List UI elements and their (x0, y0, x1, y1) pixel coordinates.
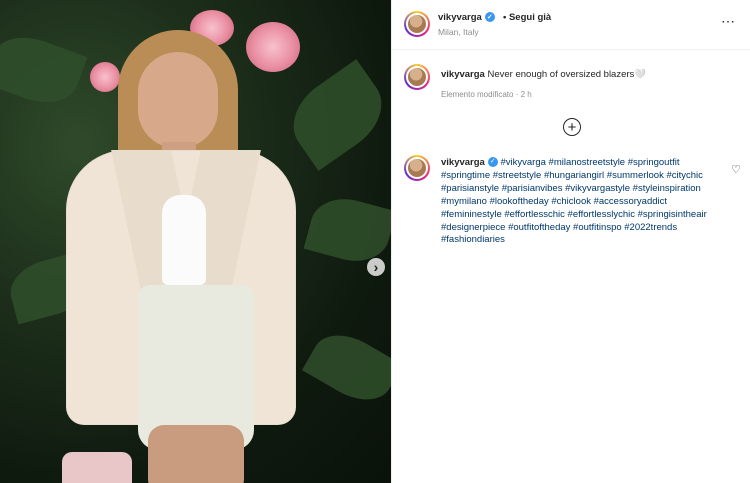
comment-username[interactable]: vikyvarga (441, 157, 485, 168)
plus-icon: + (567, 118, 577, 136)
background-foliage (301, 322, 391, 413)
avatar-frame (406, 157, 428, 179)
verified-badge-icon: ✓ (487, 157, 498, 168)
hashtag-list[interactable]: #vikyvarga #milanostreetstyle #springout… (441, 157, 707, 245)
next-media-button[interactable]: › (367, 258, 385, 276)
handbag (62, 452, 132, 483)
time-ago: 2 h (520, 90, 532, 99)
white-heart-emoji: 🤍 (634, 69, 647, 80)
caption-username[interactable]: vikyvarga (441, 69, 485, 80)
face (138, 52, 218, 148)
more-options-icon[interactable]: ⋯ (721, 13, 736, 30)
legs (148, 425, 244, 483)
post-location[interactable]: Milan, Italy (438, 27, 479, 37)
avatar-frame (406, 13, 428, 35)
caption-message: Never enough of oversized blazers (487, 69, 635, 80)
instagram-post-window: › vikyvarga ✓ • Segui già Milan, Italy ⋯ … (0, 0, 750, 483)
white-top (162, 195, 206, 285)
follow-status-label: Segui già (508, 12, 552, 23)
avatar-image (408, 15, 426, 33)
username-text: vikyvarga (438, 12, 482, 23)
avatar-frame (406, 66, 428, 88)
follow-status-button[interactable]: • Segui già (503, 12, 551, 23)
caption-meta: Elemento modificato · 2 h (441, 90, 532, 99)
avatar-image (408, 68, 426, 86)
avatar-image (408, 159, 426, 177)
woman-figure (56, 30, 306, 483)
post-side-panel: vikyvarga ✓ • Segui già Milan, Italy ⋯ vi… (391, 0, 750, 483)
chevron-right-icon: › (373, 259, 379, 275)
post-author-username[interactable]: vikyvarga ✓ (438, 12, 495, 23)
edited-label: Elemento modificato (441, 90, 514, 99)
dot-separator: • (503, 12, 507, 23)
verified-badge-icon: ✓ (484, 12, 495, 23)
caption-avatar[interactable] (404, 64, 430, 90)
load-more-comments-button[interactable]: + (563, 118, 581, 136)
post-header: vikyvarga ✓ • Segui già Milan, Italy ⋯ (392, 0, 750, 50)
caption-text: vikyvarga Never enough of oversized blaz… (441, 68, 646, 81)
like-comment-heart-icon[interactable]: ♡ (731, 163, 741, 176)
post-photo[interactable]: › (0, 0, 391, 483)
avatar[interactable] (404, 11, 430, 37)
comment-avatar[interactable] (404, 155, 430, 181)
comment-text: vikyvarga ✓ #vikyvarga #milanostreetstyle… (441, 157, 721, 247)
